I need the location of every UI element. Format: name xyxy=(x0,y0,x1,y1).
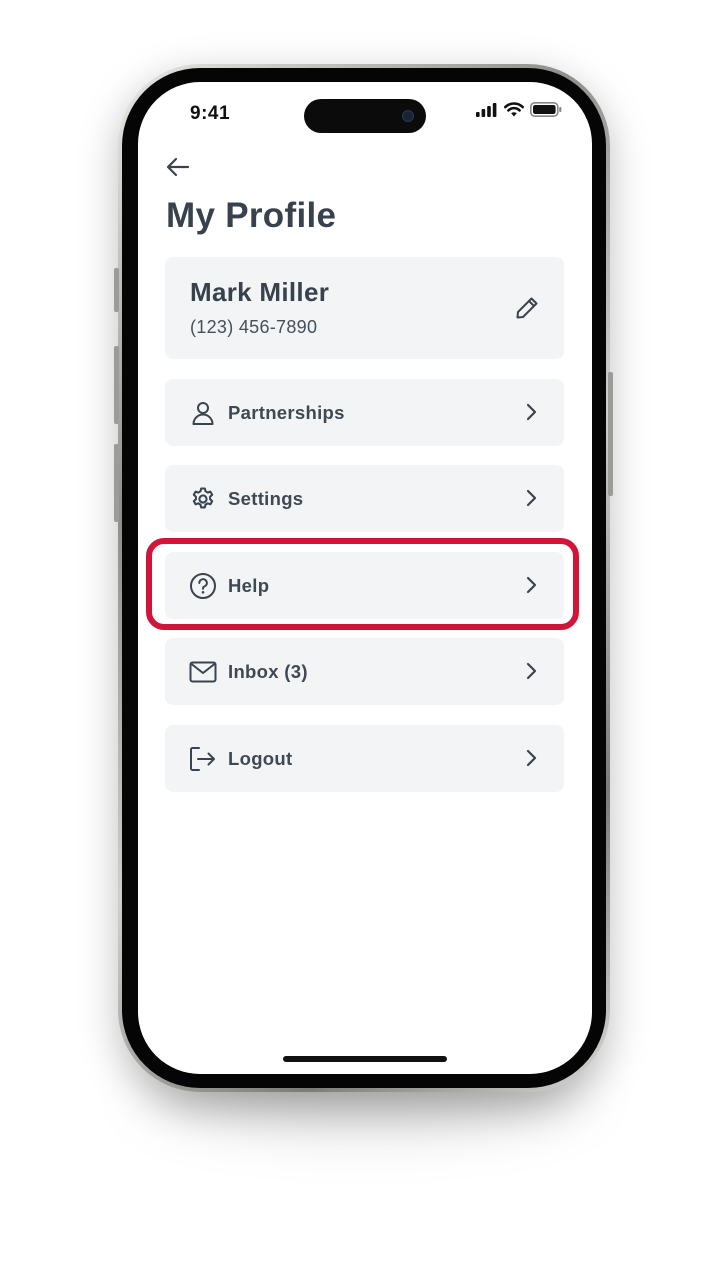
back-button[interactable] xyxy=(166,154,196,180)
arrow-left-icon xyxy=(166,157,190,177)
menu-item-label: Partnerships xyxy=(228,402,345,423)
menu-item-label: Settings xyxy=(228,488,304,509)
menu-item-partnerships[interactable]: Partnerships xyxy=(165,379,564,446)
cellular-signal-icon xyxy=(476,102,497,117)
menu-item-settings[interactable]: Settings xyxy=(165,465,564,532)
action-button xyxy=(114,268,119,312)
chevron-right-icon xyxy=(524,401,538,423)
menu-item-label: Help xyxy=(228,575,270,596)
gear-icon xyxy=(189,485,217,513)
logout-icon xyxy=(189,745,217,773)
status-time: 9:41 xyxy=(190,103,231,124)
profile-phone: (123) 456-7890 xyxy=(190,317,318,337)
profile-name: Mark Miller xyxy=(190,277,330,307)
camera-icon xyxy=(402,110,414,122)
menu-item-inbox[interactable]: Inbox (3) xyxy=(165,638,564,705)
profile-card: Mark Miller (123) 456-7890 xyxy=(165,257,564,359)
menu-item-label: Inbox (3) xyxy=(228,661,308,682)
menu-item-logout[interactable]: Logout xyxy=(165,725,564,792)
home-indicator[interactable] xyxy=(283,1056,447,1062)
menu-item-label: Logout xyxy=(228,748,293,769)
pencil-icon xyxy=(516,297,538,319)
mail-icon xyxy=(189,658,217,686)
wifi-icon xyxy=(504,102,524,117)
chevron-right-icon xyxy=(524,660,538,682)
chevron-right-icon xyxy=(524,487,538,509)
chevron-right-icon xyxy=(524,747,538,769)
chevron-right-icon xyxy=(524,574,538,596)
question-circle-icon xyxy=(189,572,217,600)
battery-icon xyxy=(530,102,562,117)
user-icon xyxy=(189,399,217,427)
page-title: My Profile xyxy=(166,196,337,235)
volume-down-button xyxy=(114,444,119,522)
menu-item-help[interactable]: Help xyxy=(165,552,564,619)
power-button xyxy=(608,372,613,496)
volume-up-button xyxy=(114,346,119,424)
phone-screen: 9:41 My Profile Mark Miller (123) 456-78… xyxy=(138,82,592,1074)
edit-profile-button[interactable] xyxy=(512,293,542,323)
status-icons xyxy=(476,102,562,117)
dynamic-island xyxy=(304,99,426,133)
